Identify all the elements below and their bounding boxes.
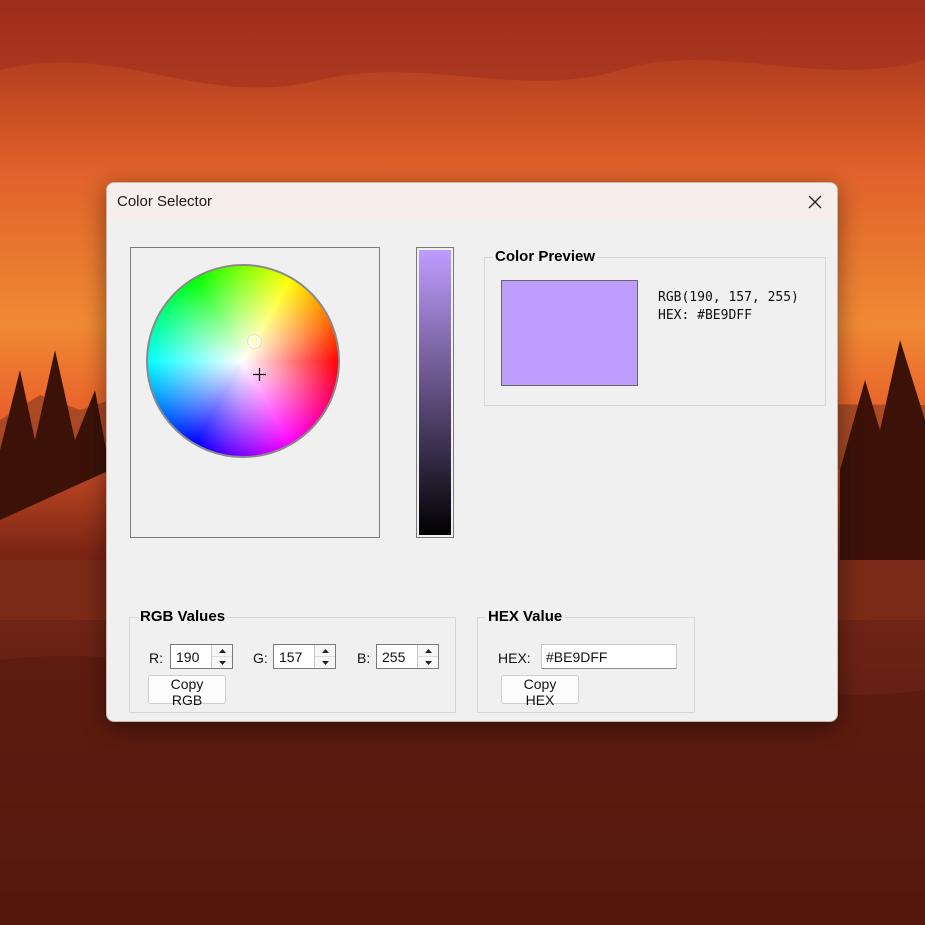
- hex-label: HEX:: [498, 650, 531, 666]
- color-wheel[interactable]: [146, 264, 340, 458]
- chevron-down-icon: [321, 660, 329, 665]
- chevron-up-icon: [424, 648, 432, 653]
- copy-rgb-button[interactable]: Copy RGB: [148, 675, 226, 708]
- b-spinbox: [376, 644, 439, 669]
- hex-input[interactable]: [541, 644, 677, 669]
- window-title: Color Selector: [117, 193, 213, 210]
- r-spinbox: [170, 644, 233, 669]
- crosshair-icon: [253, 368, 266, 381]
- copy-hex-button[interactable]: Copy HEX: [501, 675, 579, 708]
- g-spinbox: [273, 644, 336, 669]
- wheel-selection-marker[interactable]: [248, 335, 261, 348]
- color-selector-window: Color Selector Color Preview RGB(190, 15…: [106, 182, 838, 722]
- title-bar[interactable]: Color Selector: [107, 183, 837, 220]
- b-decrement-button[interactable]: [418, 657, 438, 668]
- color-wheel-panel: [130, 247, 380, 538]
- g-decrement-button[interactable]: [315, 657, 335, 668]
- b-input[interactable]: [377, 645, 415, 668]
- rgb-values-group: RGB Values R: G:: [129, 608, 456, 713]
- g-increment-button[interactable]: [315, 645, 335, 657]
- color-swatch: [501, 280, 638, 386]
- rgb-readout: RGB(190, 157, 255): [658, 290, 799, 305]
- close-button[interactable]: [793, 183, 837, 220]
- close-icon: [808, 195, 822, 208]
- r-spin-buttons: [211, 645, 232, 668]
- r-input[interactable]: [171, 645, 209, 668]
- b-label: B:: [357, 650, 371, 666]
- hex-value-group: HEX Value HEX: Copy HEX: [477, 608, 695, 713]
- color-preview-title: Color Preview: [493, 248, 598, 265]
- hex-readout: HEX: #BE9DFF: [658, 308, 752, 323]
- b-increment-button[interactable]: [418, 645, 438, 657]
- color-readout: RGB(190, 157, 255) HEX: #BE9DFF: [658, 289, 799, 325]
- chevron-down-icon: [424, 660, 432, 665]
- g-spin-buttons: [314, 645, 335, 668]
- g-input[interactable]: [274, 645, 312, 668]
- rgb-values-title: RGB Values: [138, 608, 228, 625]
- hex-value-title: HEX Value: [486, 608, 565, 625]
- chevron-up-icon: [321, 648, 329, 653]
- chevron-up-icon: [218, 648, 226, 653]
- brightness-slider[interactable]: [416, 247, 454, 538]
- r-increment-button[interactable]: [212, 645, 232, 657]
- brightness-gradient: [419, 250, 451, 535]
- b-spin-buttons: [417, 645, 438, 668]
- g-label: G:: [253, 650, 268, 666]
- color-preview-group: Color Preview RGB(190, 157, 255) HEX: #B…: [484, 248, 826, 406]
- chevron-down-icon: [218, 660, 226, 665]
- r-label: R:: [149, 650, 163, 666]
- r-decrement-button[interactable]: [212, 657, 232, 668]
